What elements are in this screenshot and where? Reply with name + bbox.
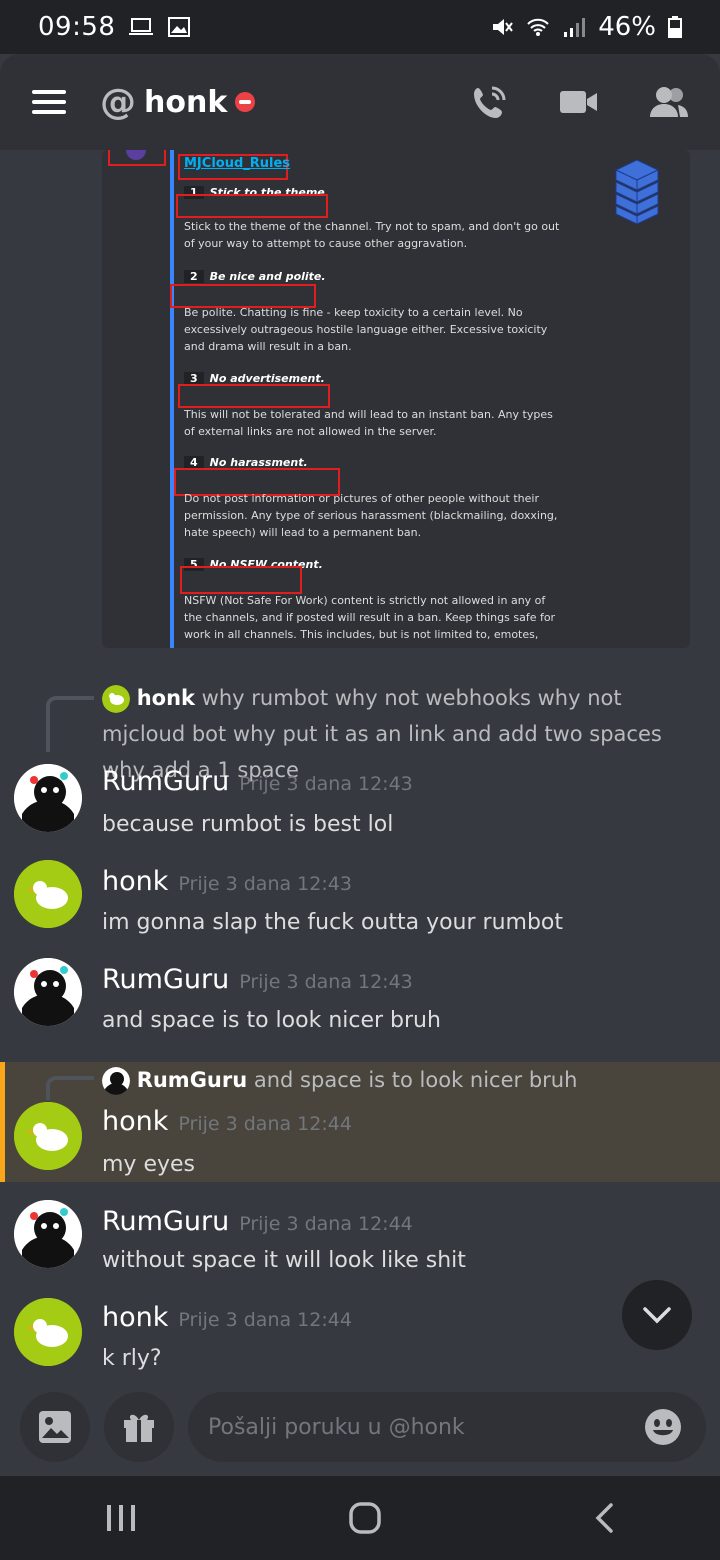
message-item: RumGuru Prije 3 dana 12:43 and space is t… xyxy=(0,956,720,1036)
reply-connector xyxy=(46,696,94,752)
reply-author: honk xyxy=(136,686,195,710)
message-timestamp: Prije 3 dana 12:43 xyxy=(178,873,352,895)
message-item: honk Prije 3 dana 12:44 my eyes xyxy=(0,1100,720,1180)
message-timestamp: Prije 3 dana 12:43 xyxy=(239,773,413,795)
avatar[interactable] xyxy=(14,958,82,1026)
bot-avatar-icon xyxy=(126,150,146,160)
message-timestamp: Prije 3 dana 12:44 xyxy=(178,1113,352,1135)
system-navigation-bar xyxy=(0,1476,720,1560)
message-timestamp: Prije 3 dana 12:43 xyxy=(239,971,413,993)
recent-apps-icon[interactable] xyxy=(105,1503,137,1533)
embed-image[interactable]: MJCloud_Rules 1 Stick to the theme. Stick… xyxy=(102,150,690,648)
mini-avatar xyxy=(102,685,130,713)
dnd-status-icon xyxy=(235,92,256,112)
video-call-icon[interactable] xyxy=(560,87,598,117)
message-composer xyxy=(0,1380,720,1476)
battery-percent: 46% xyxy=(598,12,656,42)
mute-icon xyxy=(493,19,514,35)
gift-button[interactable] xyxy=(104,1392,174,1462)
back-icon[interactable] xyxy=(593,1502,615,1534)
rule-body: Do not post information or pictures of o… xyxy=(184,492,558,539)
message-author[interactable]: RumGuru Prije 3 dana 12:44 xyxy=(102,1206,413,1237)
avatar[interactable] xyxy=(14,1102,82,1170)
avatar[interactable] xyxy=(14,860,82,928)
reply-connector xyxy=(46,1076,94,1100)
annotation-box xyxy=(176,194,328,218)
voice-call-icon[interactable] xyxy=(472,84,508,120)
emoji-icon[interactable] xyxy=(644,1408,682,1446)
reply-content: and space is to look nicer bruh xyxy=(253,1068,578,1092)
battery-icon xyxy=(668,16,682,38)
message-author[interactable]: honk Prije 3 dana 12:44 xyxy=(102,1106,352,1137)
status-bar: 09:58 46% xyxy=(0,0,720,54)
scroll-to-bottom-button[interactable] xyxy=(622,1280,692,1350)
embed-title: MJCloud_Rules xyxy=(184,156,291,171)
status-time: 09:58 xyxy=(38,12,116,42)
message-author[interactable]: honk Prije 3 dana 12:44 xyxy=(102,1302,352,1333)
reply-preview[interactable]: RumGuru and space is to look nicer bruh xyxy=(102,1062,702,1098)
message-item: honk Prije 3 dana 12:43 im gonna slap the… xyxy=(0,858,720,938)
annotation-box xyxy=(180,566,302,594)
gift-icon xyxy=(124,1414,154,1442)
rule-body: NSFW (Not Safe For Work) content is stri… xyxy=(184,594,556,641)
rule-body: Be polite. Chatting is fine - keep toxic… xyxy=(184,306,548,353)
image-icon xyxy=(39,1411,71,1443)
message-content: because rumbot is best lol xyxy=(102,812,394,837)
message-item: RumGuru Prije 3 dana 12:44 without space … xyxy=(0,1198,720,1278)
channel-header: @ honk xyxy=(0,54,720,150)
message-author[interactable]: RumGuru Prije 3 dana 12:43 xyxy=(102,766,413,797)
reply-author: RumGuru xyxy=(136,1068,248,1092)
message-timestamp: Prije 3 dana 12:44 xyxy=(239,1213,413,1235)
at-icon: @ xyxy=(100,81,136,123)
mini-avatar xyxy=(102,1067,130,1095)
avatar[interactable] xyxy=(14,1298,82,1366)
message-content: im gonna slap the fuck outta your rumbot xyxy=(102,910,564,935)
message-author[interactable]: RumGuru Prije 3 dana 12:43 xyxy=(102,964,413,995)
chevron-down-icon xyxy=(643,1307,671,1324)
laptop-icon xyxy=(129,18,154,35)
avatar[interactable] xyxy=(14,1200,82,1268)
rule-heading: 2 Be nice and polite. xyxy=(184,270,326,283)
image-icon xyxy=(168,17,191,37)
message-content: k rly? xyxy=(102,1346,162,1371)
avatar[interactable] xyxy=(14,764,82,832)
embed-accent-bar xyxy=(170,150,174,648)
page-title: honk xyxy=(144,84,228,120)
message-item: RumGuru Prije 3 dana 12:43 because rumbot… xyxy=(0,760,720,840)
message-input[interactable] xyxy=(188,1392,706,1462)
rule-body: This will not be tolerated and will lead… xyxy=(184,408,553,438)
message-item: honk Prije 3 dana 12:44 k rly? xyxy=(0,1296,720,1376)
home-icon[interactable] xyxy=(348,1501,382,1535)
server-stack-icon xyxy=(614,159,660,224)
message-timestamp: Prije 3 dana 12:44 xyxy=(178,1309,352,1331)
annotation-box xyxy=(178,384,330,408)
members-icon[interactable] xyxy=(650,85,688,119)
message-author[interactable]: honk Prije 3 dana 12:43 xyxy=(102,866,352,897)
menu-icon[interactable] xyxy=(32,90,66,114)
attach-image-button[interactable] xyxy=(20,1392,90,1462)
message-content: without space it will look like shit xyxy=(102,1248,466,1273)
wifi-icon xyxy=(527,18,549,36)
rule-body: Stick to the theme of the channel. Try n… xyxy=(184,220,560,250)
message-content: my eyes xyxy=(102,1152,195,1177)
signal-icon xyxy=(564,18,586,37)
message-content: and space is to look nicer bruh xyxy=(102,1008,441,1033)
